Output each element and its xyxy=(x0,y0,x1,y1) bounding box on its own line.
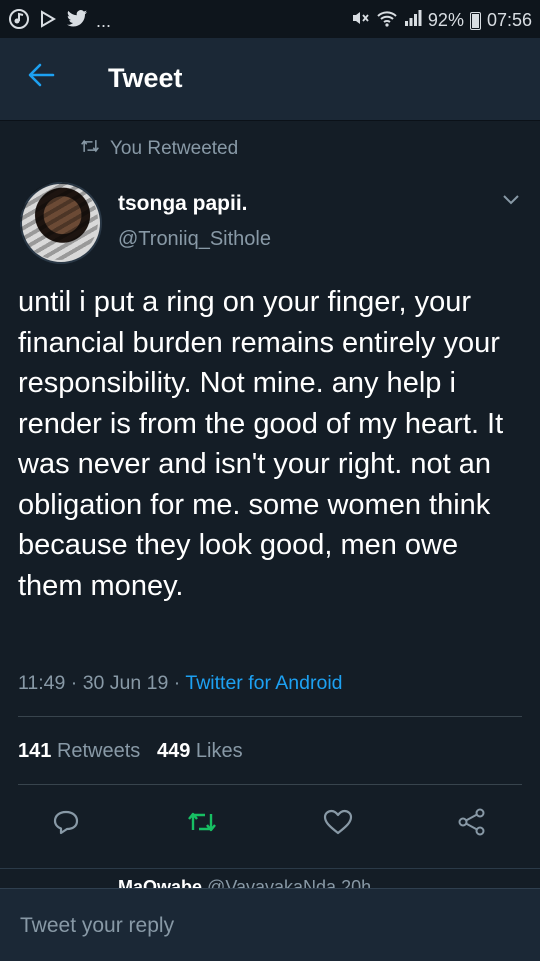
meta-separator: · xyxy=(70,672,78,694)
wifi-icon xyxy=(376,9,398,32)
status-bar: ... 92% 07:56 xyxy=(0,0,540,38)
retweet-small-icon xyxy=(80,138,100,160)
divider xyxy=(18,716,522,717)
tweet-source-link[interactable]: Twitter for Android xyxy=(185,672,342,694)
retweets-stat[interactable]: 141 Retweets xyxy=(18,740,140,762)
mute-icon xyxy=(350,9,370,32)
battery-percent: 92% xyxy=(427,10,464,30)
tweet-meta: 11:49 · 30 Jun 19 · Twitter for Android xyxy=(18,672,343,695)
retweet-context: You Retweeted xyxy=(80,138,238,160)
app-bar: Tweet xyxy=(0,38,540,121)
retweet-icon[interactable] xyxy=(182,802,222,842)
meta-separator: · xyxy=(173,672,181,694)
play-store-icon xyxy=(38,9,58,34)
back-arrow-icon[interactable] xyxy=(26,60,56,96)
avatar[interactable] xyxy=(20,182,102,264)
tweet-stats: 141 Retweets 449 Likes xyxy=(18,740,243,763)
reply-compose-bar xyxy=(0,888,540,961)
twitter-icon xyxy=(66,9,88,34)
tweet-time: 11:49 xyxy=(18,672,66,694)
like-heart-icon[interactable] xyxy=(318,802,358,842)
clock: 07:56 xyxy=(486,10,532,30)
likes-label: Likes xyxy=(195,740,243,762)
reply-input[interactable] xyxy=(18,907,522,945)
share-icon[interactable] xyxy=(452,802,492,842)
tweet-text: until i put a ring on your finger, your … xyxy=(18,286,504,602)
author-name[interactable]: tsonga papii. xyxy=(118,192,248,216)
likes-stat[interactable]: 449 Likes xyxy=(157,740,243,762)
likes-count: 449 xyxy=(156,740,191,762)
signal-icon xyxy=(404,9,422,32)
tweet-date: 30 Jun 19 xyxy=(82,672,169,694)
page-title: Tweet xyxy=(108,63,183,93)
chevron-down-icon[interactable] xyxy=(502,190,520,211)
more-notifications-indicator: ... xyxy=(96,11,112,31)
retweets-label: Retweets xyxy=(56,740,141,762)
retweet-note-text: You Retweeted xyxy=(110,138,239,159)
reply-preview[interactable]: MaOwabe @VavavakaNda 20h xyxy=(0,868,540,889)
music-app-icon xyxy=(8,8,30,35)
retweets-count: 141 xyxy=(18,740,52,762)
author-handle[interactable]: @Troniiq_Sithole xyxy=(118,228,271,251)
action-bar xyxy=(0,802,540,842)
divider xyxy=(18,784,522,785)
reply-icon[interactable] xyxy=(46,802,86,842)
battery-icon xyxy=(469,11,481,30)
